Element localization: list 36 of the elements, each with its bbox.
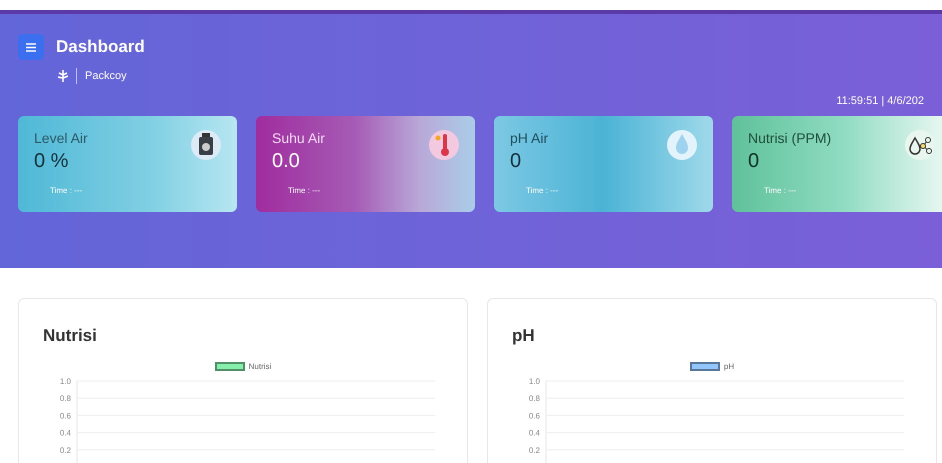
stat-value: 0 % — [34, 149, 70, 173]
legend-label: Nutrisi — [248, 360, 272, 372]
stat-label: Level Air — [34, 129, 88, 148]
axis-tick-label: 0.4 — [528, 428, 540, 438]
axis-tick-label: 0.2 — [528, 445, 540, 454]
stat-label: Suhu Air — [272, 129, 325, 148]
axis-tick-label: 0.8 — [528, 394, 540, 403]
page-title: Dashboard — [56, 36, 145, 58]
axis-tick-label: 0.4 — [60, 428, 71, 438]
axis-tick-label: 0.2 — [60, 445, 71, 454]
menu-button[interactable] — [18, 34, 44, 60]
stat-value: 0 — [510, 149, 522, 173]
axis-tick-label: 1.0 — [60, 376, 71, 386]
water-drop-icon — [667, 128, 697, 162]
menu-icon — [26, 42, 36, 52]
stat-time: Time : --- — [764, 185, 798, 197]
stat-time: Time : --- — [526, 185, 560, 197]
axis-tick-label: 1.0 — [528, 376, 540, 386]
stat-time: Time : --- — [50, 185, 84, 197]
axis-tick-label: 0.6 — [528, 410, 540, 420]
plant-icon — [58, 70, 68, 82]
thermometer-icon — [429, 128, 459, 162]
breadcrumb-text: Packcoy — [85, 69, 127, 84]
stat-value: 0 — [748, 149, 760, 173]
stat-time: Time : --- — [288, 185, 322, 197]
stat-label: Nutrisi (PPM) — [748, 129, 832, 148]
stat-value: 0.0 — [272, 149, 301, 173]
axis-tick-label: 0.6 — [60, 410, 71, 420]
legend-label: pH — [724, 360, 734, 372]
tank-icon — [191, 128, 221, 162]
chart-title: pH — [512, 325, 536, 347]
axis-tick-label: 0.8 — [60, 394, 71, 403]
stat-label: pH Air — [510, 129, 548, 148]
date-time: 11:59:51 | 4/6/202 — [836, 94, 924, 108]
chart-title: Nutrisi — [43, 325, 98, 347]
molecule-icon — [905, 128, 935, 162]
